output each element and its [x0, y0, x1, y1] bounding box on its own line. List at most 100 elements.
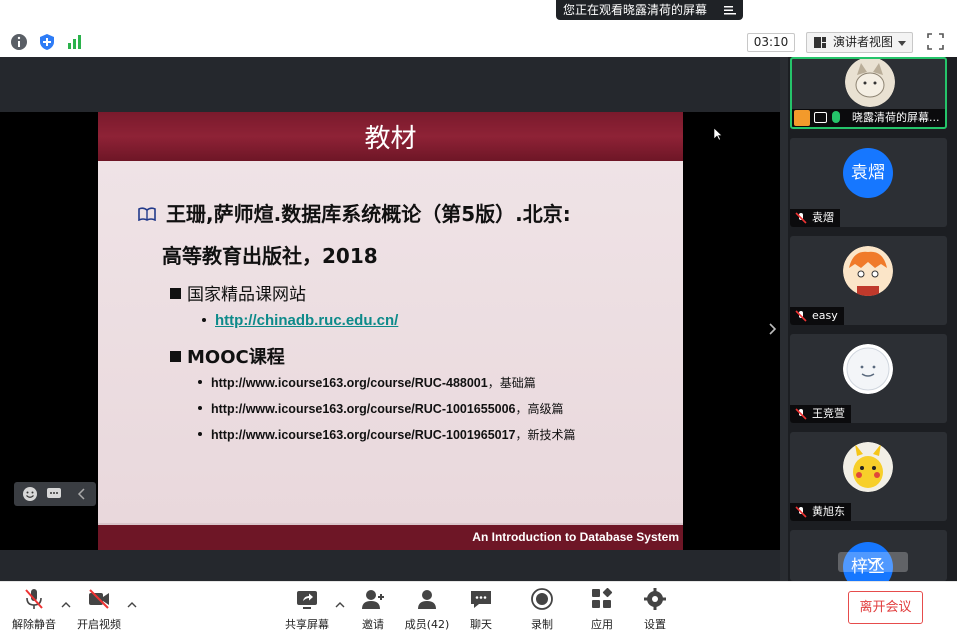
- pikachu-avatar: [843, 442, 893, 492]
- smile-avatar: [843, 344, 893, 394]
- section-mooc-label: MOOC课程: [187, 347, 285, 368]
- reference-line-2: 高等教育出版社，2018: [162, 244, 378, 268]
- avatar: 袁熠: [843, 148, 893, 198]
- chat-label: 聊天: [470, 618, 492, 631]
- scroll-down-button[interactable]: [838, 552, 908, 572]
- chevron-up-icon[interactable]: [335, 602, 345, 608]
- record-icon: [531, 588, 553, 610]
- participants-button[interactable]: 成员(42): [402, 588, 452, 631]
- participant-name: 王竞萱: [812, 407, 845, 420]
- participant-name-bar: 袁熠: [790, 209, 840, 227]
- floating-toolbar: [14, 482, 96, 506]
- section-course-site-label: 国家精品课网站: [187, 285, 306, 305]
- participant-name-bar: 黄旭东: [790, 503, 851, 521]
- bottom-toolbar: 解除静音 开启视频 共享屏幕 邀请 成员(42) 聊天 录制 应用 设置 离开会…: [0, 581, 957, 632]
- chevron-down-icon: [898, 41, 906, 46]
- security-shield-icon[interactable]: [38, 33, 56, 51]
- mic-muted-icon: [25, 589, 43, 609]
- book-icon: [138, 207, 156, 221]
- course-site-link-text[interactable]: http://chinadb.ruc.edu.cn/: [215, 312, 398, 329]
- bullet-dot-icon: [198, 406, 202, 410]
- participants-icon: [418, 590, 436, 609]
- square-bullet-icon: [170, 288, 181, 299]
- apps-label: 应用: [591, 618, 613, 631]
- mooc-item: http://www.icourse163.org/course/RUC-100…: [198, 426, 576, 443]
- settings-button[interactable]: 设置: [634, 588, 676, 631]
- slide-footer: An Introduction to Database System: [98, 523, 683, 550]
- mic-muted-icon: [795, 310, 807, 322]
- collapse-left-icon[interactable]: [74, 486, 90, 502]
- top-toolbar: 您正在观看晓露清荷的屏幕 03:10 演讲者视图: [0, 0, 957, 57]
- invite-label: 邀请: [362, 618, 384, 631]
- mic-muted-icon: [795, 506, 807, 518]
- participant-tile[interactable]: 王竞萱: [790, 334, 947, 423]
- share-banner[interactable]: 您正在观看晓露清荷的屏幕: [556, 0, 743, 20]
- view-mode-dropdown[interactable]: 演讲者视图: [806, 32, 913, 53]
- share-screen-icon: [297, 591, 317, 609]
- course-site-link[interactable]: http://chinadb.ruc.edu.cn/: [202, 312, 398, 329]
- mooc-item: http://www.icourse163.org/course/RUC-100…: [198, 400, 564, 417]
- participant-name-bar: easy: [790, 307, 844, 325]
- start-video-button[interactable]: 开启视频: [72, 588, 126, 631]
- shared-screen-area: 教材 王珊,萨师煊.数据库系统概论（第5版）.北京: 高等教育出版社，2018 …: [0, 57, 780, 581]
- invite-user-icon: [362, 590, 384, 609]
- presentation-slide: 教材 王珊,萨师煊.数据库系统概论（第5版）.北京: 高等教育出版社，2018 …: [98, 112, 683, 550]
- mic-muted-icon: [795, 408, 807, 420]
- chevron-up-icon[interactable]: [127, 602, 137, 608]
- record-button[interactable]: 录制: [521, 588, 563, 631]
- section-mooc: MOOC课程: [170, 343, 285, 369]
- share-screen-button[interactable]: 共享屏幕: [282, 588, 332, 631]
- participant-name: easy: [812, 309, 838, 322]
- participant-tile[interactable]: 袁熠 袁熠: [790, 138, 947, 227]
- chat-bubble-icon[interactable]: [46, 486, 62, 502]
- mic-muted-icon: [795, 212, 807, 224]
- participant-tile[interactable]: 晓露清荷的屏幕...: [790, 57, 947, 129]
- fullscreen-icon[interactable]: [927, 33, 944, 50]
- speaker-view-icon: [814, 37, 826, 48]
- signal-icon[interactable]: [66, 33, 84, 51]
- invite-button[interactable]: 邀请: [352, 588, 394, 631]
- emoji-icon[interactable]: [22, 486, 38, 502]
- unmute-label: 解除静音: [12, 618, 56, 631]
- participant-tile[interactable]: easy: [790, 236, 947, 325]
- apps-button[interactable]: 应用: [581, 588, 623, 631]
- start-video-label: 开启视频: [77, 618, 121, 631]
- record-label: 录制: [531, 618, 553, 631]
- gear-icon: [644, 588, 666, 610]
- host-badge-icon: [794, 110, 810, 126]
- bullet-dot-icon: [202, 318, 206, 322]
- slide-title: 教材: [364, 124, 417, 154]
- panel-resize-handle[interactable]: [780, 57, 788, 581]
- mooc-note: ，高级篇: [515, 402, 564, 416]
- participant-name: 袁熠: [812, 211, 834, 224]
- chat-icon: [471, 591, 491, 608]
- participant-name-bar: 晓露清荷的屏幕...: [792, 109, 945, 127]
- chat-button[interactable]: 聊天: [460, 588, 502, 631]
- section-course-site: 国家精品课网站: [170, 280, 306, 305]
- participant-panel: 晓露清荷的屏幕... 袁熠 袁熠 easy 王竞萱 黄旭东 梓丞: [780, 57, 957, 581]
- mooc-url: http://www.icourse163.org/course/RUC-488…: [211, 376, 488, 390]
- bullet-dot-icon: [198, 380, 202, 384]
- participant-tile[interactable]: 梓丞: [790, 530, 947, 581]
- mooc-item: http://www.icourse163.org/course/RUC-488…: [198, 374, 536, 391]
- view-mode-label: 演讲者视图: [833, 35, 894, 49]
- share-screen-label: 共享屏幕: [285, 618, 329, 631]
- leave-meeting-button[interactable]: 离开会议: [848, 591, 923, 624]
- mic-on-icon: [832, 111, 840, 123]
- chevron-down-icon: [867, 558, 879, 566]
- apps-icon: [592, 588, 613, 608]
- square-bullet-icon: [170, 351, 181, 362]
- info-icon[interactable]: [10, 33, 28, 51]
- chevron-right-icon[interactable]: [768, 322, 778, 336]
- participant-name: 晓露清荷的屏幕...: [852, 111, 940, 124]
- unmute-button[interactable]: 解除静音: [8, 588, 60, 631]
- meeting-timer: 03:10: [747, 33, 795, 52]
- chevron-up-icon[interactable]: [61, 602, 71, 608]
- mouse-pointer-icon: [713, 127, 723, 141]
- participant-name: 黄旭东: [812, 505, 845, 518]
- menu-icon[interactable]: [723, 3, 737, 17]
- participant-name-bar: 王竞萱: [790, 405, 851, 423]
- mooc-note: ，新技术篇: [515, 428, 576, 442]
- slide-footer-text: An Introduction to Database System: [472, 530, 679, 544]
- participant-tile[interactable]: 黄旭东: [790, 432, 947, 521]
